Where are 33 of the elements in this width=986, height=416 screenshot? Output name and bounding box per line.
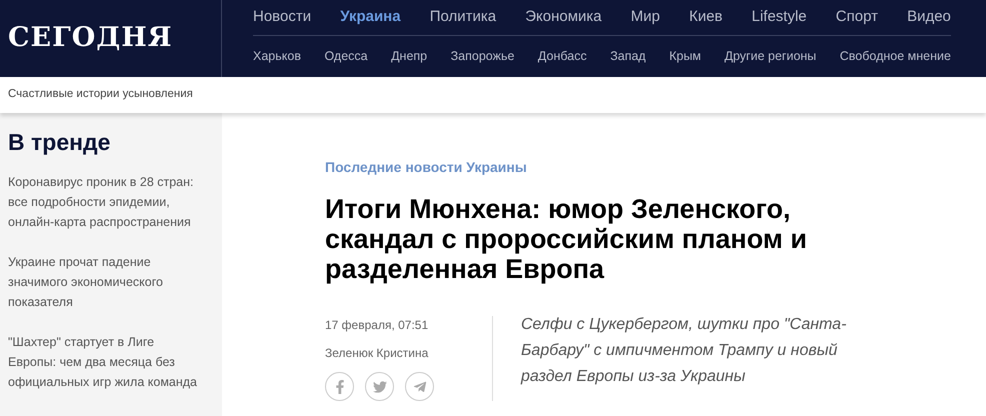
- nav-link[interactable]: Новости: [253, 6, 312, 29]
- nav-link[interactable]: Мир: [630, 6, 660, 29]
- twitter-share-button[interactable]: [365, 372, 394, 401]
- region-link[interactable]: Запад: [610, 46, 646, 66]
- nav-link[interactable]: Спорт: [836, 6, 878, 29]
- article-title: Итоги Мюнхена: юмор Зеленского, скандал с пророссийским планом и разделенная Европа: [325, 194, 808, 284]
- nav-link[interactable]: Киев: [689, 6, 723, 29]
- region-link[interactable]: Харьков: [253, 46, 301, 66]
- facebook-share-button[interactable]: [325, 372, 354, 401]
- site-logo[interactable]: СЕГОДНЯ: [8, 18, 173, 59]
- region-link[interactable]: Запорожье: [450, 46, 514, 66]
- region-link[interactable]: Свободное мнение: [840, 46, 951, 66]
- nav-link[interactable]: Политика: [430, 6, 496, 29]
- nav-link[interactable]: Экономика: [525, 6, 602, 29]
- nav-link[interactable]: Видео: [907, 6, 951, 29]
- region-link[interactable]: Днепр: [391, 46, 428, 66]
- region-link[interactable]: Крым: [669, 46, 702, 66]
- trending-link[interactable]: Украине прочат падение значимого экономического показателя: [8, 252, 204, 312]
- promo-link[interactable]: Счастливые истории усыновления: [8, 86, 193, 104]
- region-link[interactable]: Одесса: [324, 46, 368, 66]
- twitter-icon: [372, 380, 386, 394]
- article-lead: Селфи с Цукербергом, шутки про "Санта-Барбару" с импичментом Трампу и новый раздел Европы из-за Украины: [520, 315, 848, 387]
- sidebar-title: В тренде: [8, 128, 112, 157]
- publish-date: 17 февраля, 07:51: [325, 317, 430, 334]
- trending-link[interactable]: Коронавирус проник в 28 стран: все подробности эпидемии, онлайн-карта распространения: [8, 172, 204, 232]
- trending-link[interactable]: "Шахтер" стартует в Лиге Европы: чем два месяца без официальных игр жила команда: [8, 332, 204, 392]
- author-link[interactable]: Зеленюк Кристина: [325, 344, 492, 362]
- region-link[interactable]: Другие регионы: [724, 46, 816, 66]
- nav-link[interactable]: Украина: [340, 6, 401, 29]
- telegram-icon: [412, 380, 426, 394]
- nav-link[interactable]: Lifestyle: [752, 6, 807, 29]
- telegram-share-button[interactable]: [405, 372, 434, 401]
- region-link[interactable]: Донбасс: [538, 46, 587, 66]
